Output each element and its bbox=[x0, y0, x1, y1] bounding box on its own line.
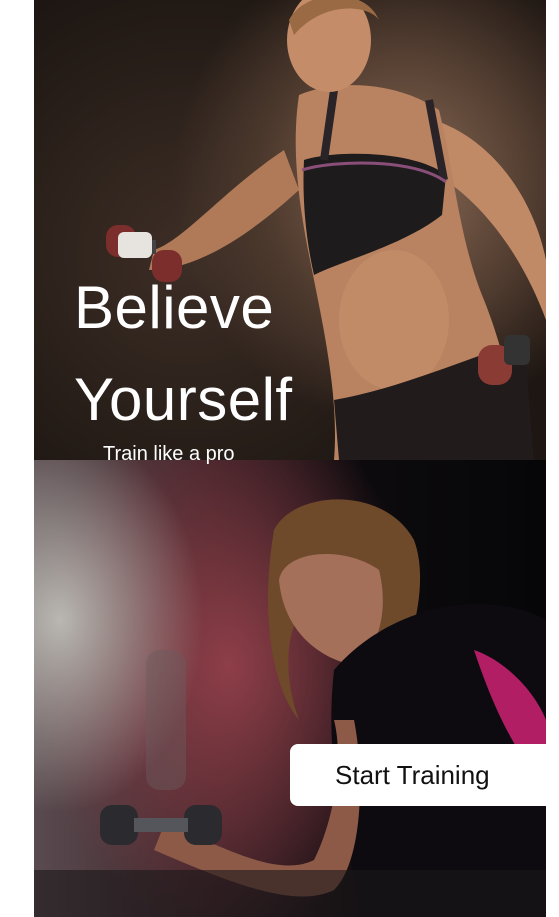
start-training-button[interactable]: Start Training bbox=[290, 744, 546, 806]
hero-top-image: Believe Yourself bbox=[34, 0, 546, 460]
hero-title: Believe Yourself bbox=[74, 262, 293, 446]
hero-bottom-image: Start Training bbox=[34, 460, 546, 917]
app-frame: Believe Yourself Train like a pro Start … bbox=[34, 0, 546, 917]
hero-title-line-1: Believe bbox=[74, 274, 275, 341]
hero-subtitle: Train like a pro bbox=[103, 443, 235, 465]
gym-photo-illustration bbox=[34, 499, 546, 917]
hero-title-line-2: Yourself bbox=[74, 366, 293, 433]
